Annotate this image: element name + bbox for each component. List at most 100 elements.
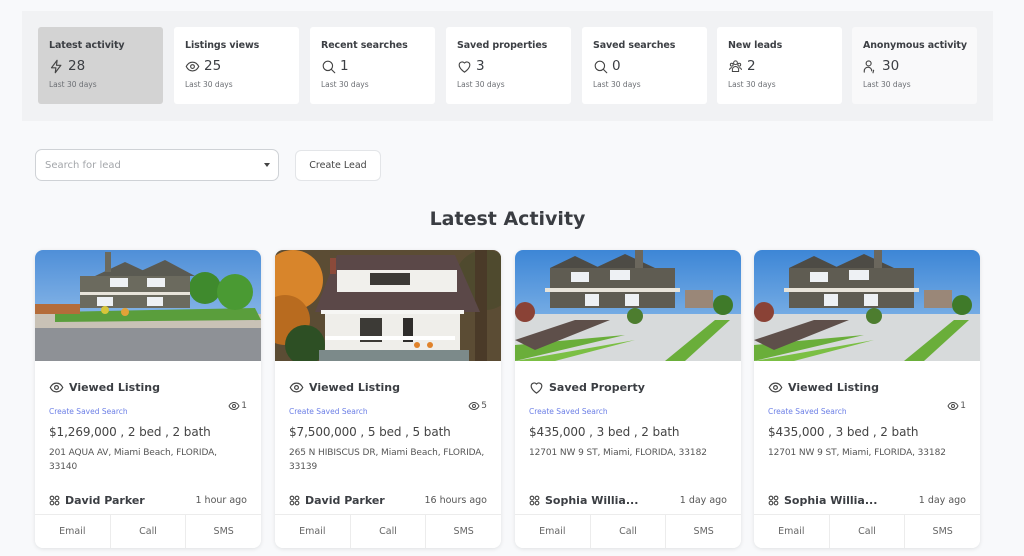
stat-saved-searches[interactable]: Saved searches 0 Last 30 days (582, 27, 707, 104)
property-photo[interactable] (515, 250, 741, 361)
stat-recent-searches[interactable]: Recent searches 1 Last 30 days (310, 27, 435, 104)
email-button[interactable]: Email (515, 515, 591, 548)
stat-label: Latest activity (49, 40, 125, 51)
sms-button[interactable]: SMS (186, 515, 261, 548)
card-actions: Email Call SMS (275, 514, 501, 548)
card-actions: Email Call SMS (515, 514, 741, 548)
search-icon (322, 60, 336, 73)
stat-listings-views[interactable]: Listings views 25 Last 30 days (174, 27, 299, 104)
view-count-value: 1 (960, 401, 966, 411)
create-lead-button[interactable]: Create Lead (295, 150, 381, 181)
view-count: 1 (228, 400, 247, 412)
stat-value: 30 (882, 58, 900, 74)
activity-type: Viewed Listing (309, 380, 400, 394)
card-actions: Email Call SMS (35, 514, 261, 548)
lead-icon (529, 495, 540, 506)
call-button[interactable]: Call (350, 515, 427, 548)
stat-label: Saved properties (457, 40, 548, 51)
sms-button[interactable]: SMS (666, 515, 741, 548)
stat-value: 1 (340, 58, 349, 74)
view-count: 5 (468, 400, 487, 412)
activity-card: Viewed Listing 1 Create Saved Search $1,269… (35, 250, 261, 548)
anonymous-user-icon (863, 59, 875, 73)
stat-period: Last 30 days (728, 80, 776, 89)
lead-search-input[interactable] (45, 159, 255, 171)
property-photo[interactable] (754, 250, 980, 361)
stat-saved-properties[interactable]: Saved properties 3 Last 30 days (446, 27, 571, 104)
lead-name[interactable]: Sophia Willia... (545, 494, 638, 507)
stat-period: Last 30 days (49, 80, 97, 89)
lead-name[interactable]: Sophia Willia... (784, 494, 877, 507)
stat-value: 25 (204, 58, 222, 74)
call-button[interactable]: Call (829, 515, 906, 548)
email-button[interactable]: Email (35, 515, 111, 548)
activity-time: 16 hours ago (424, 495, 487, 506)
activity-type: Viewed Listing (69, 380, 160, 394)
stat-label: Listings views (185, 40, 260, 51)
heart-icon (530, 381, 543, 394)
property-address: 12701 NW 9 ST, Miami, FLORIDA, 33182 (768, 448, 946, 458)
heart-icon (458, 60, 471, 73)
stat-period: Last 30 days (457, 80, 505, 89)
activity-type: Viewed Listing (788, 380, 879, 394)
property-address: 12701 NW 9 ST, Miami, FLORIDA, 33182 (529, 448, 707, 458)
property-address: 201 AQUA AV, Miami Beach, FLORIDA, 33140 (49, 448, 217, 472)
lead-search-select[interactable] (35, 149, 279, 181)
activity-time: 1 day ago (918, 495, 966, 506)
activity-card: Viewed Listing 1 Create Saved Search $435,0… (754, 250, 980, 548)
price-line: $435,000 , 3 bed , 2 bath (529, 425, 680, 439)
activity-time: 1 hour ago (195, 495, 247, 506)
view-count-eye-icon (228, 402, 240, 410)
group-icon (729, 59, 742, 72)
chevron-down-icon[interactable] (264, 163, 270, 167)
activity-type: Saved Property (549, 380, 645, 394)
stat-anonymous-activity[interactable]: Anonymous activity 30 Last 30 days (852, 27, 977, 104)
create-saved-search-link[interactable]: Create Saved Search (768, 407, 966, 416)
stat-value: 3 (476, 58, 485, 74)
stat-period: Last 30 days (593, 80, 641, 89)
lead-icon (49, 495, 60, 506)
stat-label: Recent searches (321, 40, 408, 51)
price-line: $7,500,000 , 5 bed , 5 bath (289, 425, 451, 439)
lead-name[interactable]: David Parker (305, 494, 385, 507)
stat-label: Saved searches (593, 40, 676, 51)
sms-button[interactable]: SMS (905, 515, 980, 548)
lead-name[interactable]: David Parker (65, 494, 145, 507)
call-button[interactable]: Call (110, 515, 187, 548)
view-count-value: 1 (241, 401, 247, 411)
activity-card: Saved Property Create Saved Search $435,00… (515, 250, 741, 548)
section-title: Latest Activity (429, 208, 586, 230)
create-saved-search-link[interactable]: Create Saved Search (49, 407, 247, 416)
view-count: 1 (947, 400, 966, 412)
call-button[interactable]: Call (590, 515, 667, 548)
house-photo-image (515, 250, 741, 361)
property-address: 265 N HIBISCUS DR, Miami Beach, FLORIDA,… (289, 448, 485, 472)
stat-label: New leads (728, 40, 783, 51)
view-count-eye-icon (468, 402, 480, 410)
eye-icon (49, 382, 64, 392)
eye-icon (185, 61, 200, 71)
activity-card: Viewed Listing 5 Create Saved Search $7,500… (275, 250, 501, 548)
sms-button[interactable]: SMS (426, 515, 501, 548)
eye-icon (768, 382, 783, 392)
house-photo-image (275, 250, 501, 361)
card-actions: Email Call SMS (754, 514, 980, 548)
stat-latest-activity[interactable]: Latest activity 28 Last 30 days (38, 27, 163, 104)
house-photo-image (35, 250, 261, 361)
property-photo[interactable] (35, 250, 261, 361)
view-count-eye-icon (947, 402, 959, 410)
stat-period: Last 30 days (863, 80, 911, 89)
price-line: $1,269,000 , 2 bed , 2 bath (49, 425, 211, 439)
create-saved-search-link[interactable]: Create Saved Search (529, 407, 727, 416)
stat-new-leads[interactable]: New leads 2 Last 30 days (717, 27, 842, 104)
stat-value: 28 (68, 58, 86, 74)
lead-icon (768, 495, 779, 506)
stat-label: Anonymous activity (863, 40, 967, 51)
email-button[interactable]: Email (754, 515, 830, 548)
activity-time: 1 day ago (679, 495, 727, 506)
stats-panel: Latest activity 28 Last 30 days Listings… (22, 11, 993, 121)
property-photo[interactable] (275, 250, 501, 361)
email-button[interactable]: Email (275, 515, 351, 548)
create-saved-search-link[interactable]: Create Saved Search (289, 407, 487, 416)
house-photo-image (754, 250, 980, 361)
